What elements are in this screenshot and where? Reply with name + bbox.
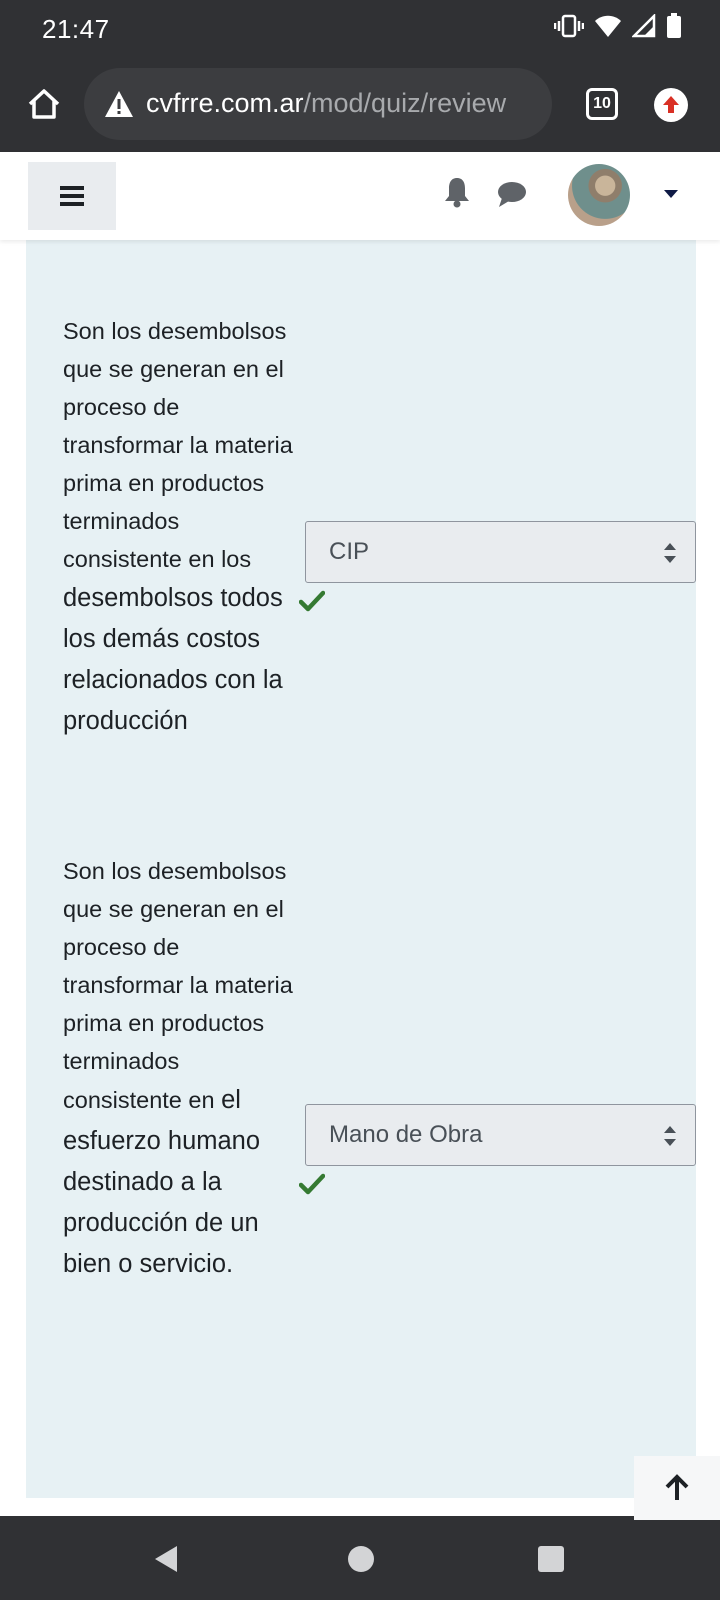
url-path: /mod/quiz/review	[303, 88, 507, 118]
notifications-bell-icon[interactable]	[442, 176, 472, 208]
user-avatar[interactable]	[568, 164, 630, 226]
signal-icon	[630, 12, 656, 43]
home-icon[interactable]	[24, 84, 64, 124]
back-to-top-button[interactable]	[634, 1456, 720, 1520]
back-triangle-icon[interactable]	[152, 1544, 182, 1574]
arrow-up-icon	[665, 1474, 689, 1500]
select-arrows-icon	[664, 1126, 676, 1146]
question-2-text-part1: Son los desembolsos que se generan en el…	[63, 858, 293, 1113]
hamburger-menu-icon[interactable]	[28, 162, 116, 230]
question-1-text-part1: Son los desembolsos que se generan en el…	[63, 318, 293, 572]
system-navigation-bar	[0, 1516, 720, 1600]
question-2-text-part2: el esfuerzo humano destinado a la produc…	[63, 1086, 261, 1278]
messages-chat-icon[interactable]	[496, 180, 528, 208]
tab-switcher-icon[interactable]: 10	[586, 88, 618, 120]
correct-check-icon	[299, 1173, 325, 1195]
recents-square-icon[interactable]	[538, 1546, 564, 1572]
status-icons	[553, 12, 682, 44]
select-arrows-icon	[664, 543, 676, 563]
question-1-answer-select[interactable]: CIP	[305, 521, 696, 583]
vibrate-icon	[553, 14, 585, 43]
correct-check-icon	[299, 590, 325, 612]
question-2-selected-value: Mano de Obra	[329, 1121, 483, 1148]
update-available-icon[interactable]	[654, 88, 688, 122]
question-2-text: Son los desembolsos que se generan en el…	[63, 852, 303, 1285]
home-circle-icon[interactable]	[348, 1546, 374, 1572]
question-2-answer-select[interactable]: Mano de Obra	[305, 1104, 696, 1166]
question-1-text-part2: desembolsos todos los demás costos relac…	[63, 584, 283, 735]
address-bar[interactable]: cvfrre.com.ar/mod/quiz/review	[84, 68, 552, 140]
not-secure-warning-icon[interactable]	[104, 90, 134, 118]
question-1-text: Son los desembolsos que se generan en el…	[63, 312, 303, 742]
user-menu-caret-icon[interactable]	[664, 190, 678, 198]
url-text[interactable]: cvfrre.com.ar/mod/quiz/review	[146, 88, 506, 119]
battery-icon	[666, 12, 682, 44]
site-navbar	[0, 152, 720, 240]
browser-toolbar: cvfrre.com.ar/mod/quiz/review 10	[0, 56, 720, 152]
wifi-icon	[594, 14, 622, 43]
status-bar: 21:47	[0, 0, 720, 56]
status-time: 21:47	[42, 14, 110, 44]
question-1-selected-value: CIP	[329, 538, 370, 565]
url-host: cvfrre.com.ar	[146, 88, 304, 118]
